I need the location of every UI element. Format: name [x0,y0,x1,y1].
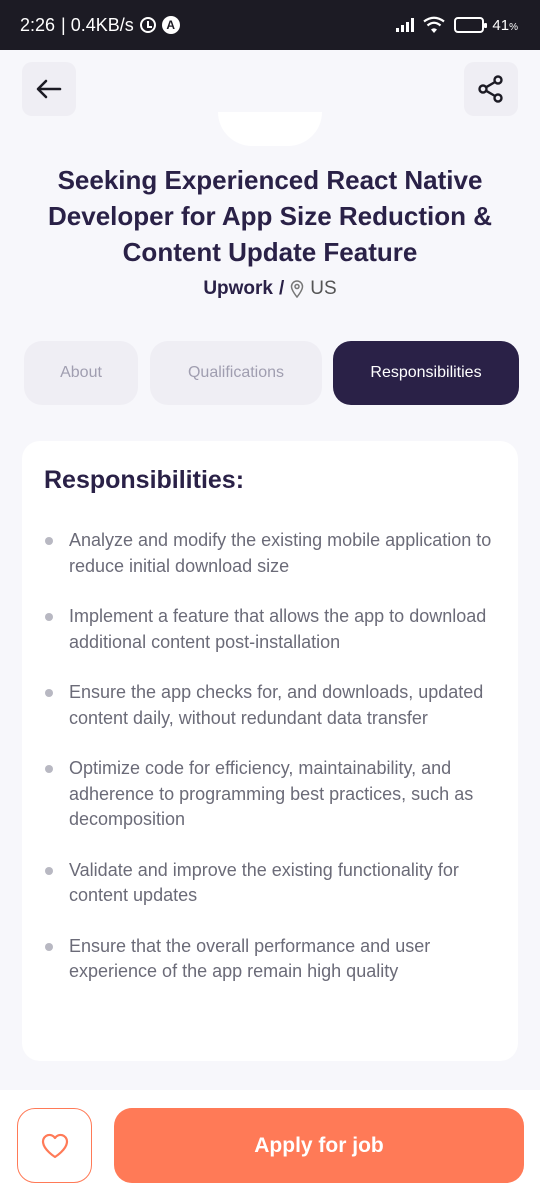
alarm-icon [139,17,156,33]
list-item: Validate and improve the existing functi… [44,858,508,909]
location-pin-icon [290,280,304,298]
status-right: 41% [396,16,518,34]
list-item: Optimize code for efficiency, maintainab… [44,756,508,833]
signal-icon [396,18,415,32]
tab-about[interactable]: About [24,341,138,405]
wifi-icon [423,16,446,33]
job-title: Seeking Experienced React Native Develop… [48,165,492,267]
battery-percent: 41% [492,16,518,34]
list-item: Implement a feature that allows the app … [44,604,508,655]
tab-responsibilities[interactable]: Responsibilities [333,341,519,405]
share-icon [478,75,503,103]
arrow-left-icon [36,79,62,99]
company-name: Upwork [203,278,273,299]
status-time: 2:26 [20,14,56,35]
status-left: 2:26 | 0.4KB/s A [20,15,180,36]
share-button[interactable] [464,62,518,116]
list-item: Ensure the app checks for, and downloads… [44,680,508,731]
heart-icon [41,1133,68,1158]
company-logo [218,112,322,146]
job-location: US [310,278,337,299]
list-item: Ensure that the overall performance and … [44,934,508,985]
network-speed: | 0.4KB/s [61,14,134,35]
app-notification-icon: A [161,16,180,34]
tab-qualifications[interactable]: Qualifications [150,341,322,405]
job-meta: Upwork / US [0,278,540,300]
responsibilities-list: Analyze and modify the existing mobile a… [44,528,508,1010]
meta-separator: / [279,278,285,299]
battery-icon [454,17,488,33]
apply-button[interactable]: Apply for job [114,1108,524,1183]
status-bar: 2:26 | 0.4KB/s A 41% [0,0,540,50]
favorite-button[interactable] [17,1108,92,1183]
list-item: Analyze and modify the existing mobile a… [44,528,508,579]
back-button[interactable] [22,62,76,116]
section-heading: Responsibilities: [44,466,245,494]
